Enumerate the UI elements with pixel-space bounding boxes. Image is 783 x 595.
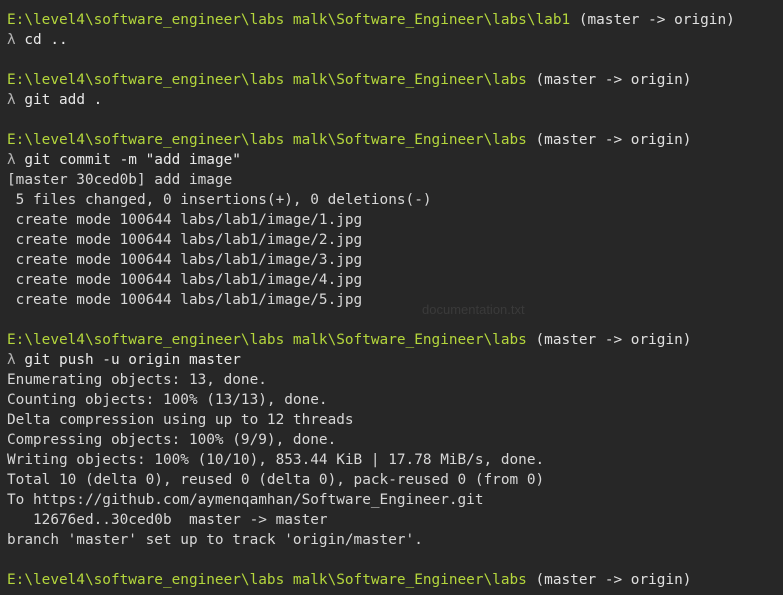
git-branch-indicator: (master -> origin) [526,332,692,348]
output-text: Compressing objects: 100% (9/9), done. [7,432,337,448]
output-text: Total 10 (delta 0), reused 0 (delta 0), … [7,472,545,488]
git-branch-indicator: (master -> origin) [526,132,692,148]
working-directory: E:\level4\software_engineer\labs malk\So… [7,332,527,348]
output-line: Compressing objects: 100% (9/9), done. [7,430,783,450]
output-line: Counting objects: 100% (13/13), done. [7,390,783,410]
prompt-path-line: E:\level4\software_engineer\labs malk\So… [7,70,783,90]
output-text: create mode 100644 labs/lab1/image/2.jpg [7,232,363,248]
output-text: Writing objects: 100% (10/10), 853.44 Ki… [7,452,545,468]
output-text: create mode 100644 labs/lab1/image/5.jpg [7,292,363,308]
output-text: [master 30ced0b] add image [7,172,233,188]
command-line: λ git add . [7,90,783,110]
output-line: create mode 100644 labs/lab1/image/5.jpg [7,290,783,310]
command-line: λ cd .. [7,30,783,50]
output-line: To https://github.com/aymenqamhan/Softwa… [7,490,783,510]
output-text: To https://github.com/aymenqamhan/Softwa… [7,492,484,508]
output-text: create mode 100644 labs/lab1/image/1.jpg [7,212,363,228]
output-text: 5 files changed, 0 insertions(+), 0 dele… [7,192,432,208]
output-line: create mode 100644 labs/lab1/image/1.jpg [7,210,783,230]
output-text: create mode 100644 labs/lab1/image/3.jpg [7,252,363,268]
lambda-prompt-icon: λ [7,32,16,48]
command-text: cd .. [15,32,68,48]
output-text: 12676ed..30ced0b master -> master [7,512,328,528]
output-line: 12676ed..30ced0b master -> master [7,510,783,530]
prompt-path-line: E:\level4\software_engineer\labs malk\So… [7,130,783,150]
output-text: create mode 100644 labs/lab1/image/4.jpg [7,272,363,288]
git-branch-indicator: (master -> origin) [570,12,735,28]
terminal-output: E:\level4\software_engineer\labs malk\So… [7,10,783,590]
output-line: create mode 100644 labs/lab1/image/3.jpg [7,250,783,270]
output-line: Enumerating objects: 13, done. [7,370,783,390]
command-line: λ git push -u origin master [7,350,783,370]
working-directory: E:\level4\software_engineer\labs malk\So… [7,72,527,88]
output-line: create mode 100644 labs/lab1/image/4.jpg [7,270,783,290]
lambda-prompt-icon: λ [7,352,16,368]
prompt-path-line: E:\level4\software_engineer\labs malk\So… [7,10,783,30]
output-line: branch 'master' set up to track 'origin/… [7,530,783,550]
command-text: git push -u origin master [15,352,241,368]
output-line: [master 30ced0b] add image [7,170,783,190]
command-text: git commit -m "add image" [15,152,241,168]
git-branch-indicator: (master -> origin) [526,72,692,88]
lambda-prompt-icon: λ [7,152,16,168]
output-text: Counting objects: 100% (13/13), done. [7,392,328,408]
output-text: Enumerating objects: 13, done. [7,372,267,388]
command-text: git add . [15,92,103,108]
terminal-window[interactable]: documentation.txt E:\level4\software_eng… [0,0,783,595]
working-directory: E:\level4\software_engineer\labs malk\So… [7,12,571,28]
git-branch-indicator: (master -> origin) [526,572,692,588]
output-line: Delta compression using up to 12 threads [7,410,783,430]
output-line: create mode 100644 labs/lab1/image/2.jpg [7,230,783,250]
prompt-path-line: E:\level4\software_engineer\labs malk\So… [7,330,783,350]
output-text: Delta compression using up to 12 threads [7,412,354,428]
command-line: λ git commit -m "add image" [7,150,783,170]
lambda-prompt-icon: λ [7,92,16,108]
output-line: Writing objects: 100% (10/10), 853.44 Ki… [7,450,783,470]
output-line: Total 10 (delta 0), reused 0 (delta 0), … [7,470,783,490]
output-text: branch 'master' set up to track 'origin/… [7,532,423,548]
prompt-path-line: E:\level4\software_engineer\labs malk\So… [7,570,783,590]
working-directory: E:\level4\software_engineer\labs malk\So… [7,572,527,588]
output-line: 5 files changed, 0 insertions(+), 0 dele… [7,190,783,210]
working-directory: E:\level4\software_engineer\labs malk\So… [7,132,527,148]
